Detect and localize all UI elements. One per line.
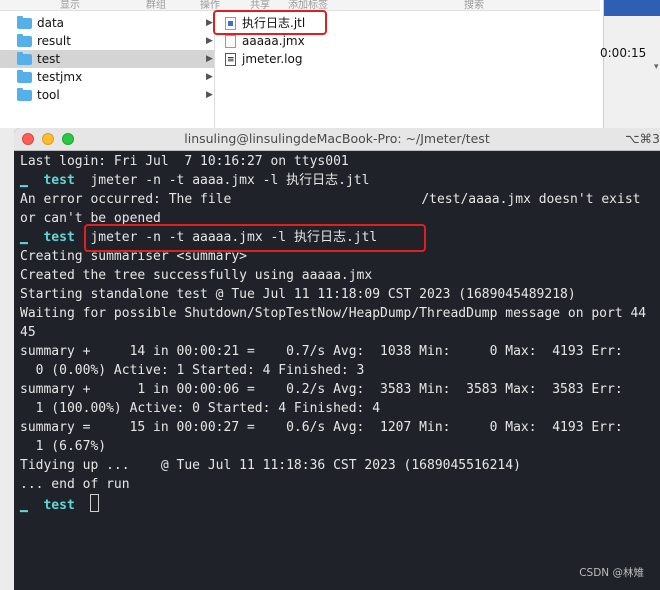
toolbar-search[interactable]: 搜索 <box>464 0 484 11</box>
toolbar-view[interactable]: 显示 <box>60 0 80 11</box>
prompt-dir: test <box>43 498 75 513</box>
folder-name: testjmx <box>37 70 83 84</box>
folder-name: test <box>37 52 61 66</box>
chevron-right-icon: ▶ <box>206 18 213 28</box>
terminal-line: Waiting for possible Shutdown/StopTestNo… <box>20 306 647 321</box>
folder-icon <box>17 16 32 29</box>
log-file-icon <box>225 51 236 69</box>
folder-item-test[interactable]: test ▶ <box>0 50 214 68</box>
window-shortcut: ⌥⌘3 <box>625 131 660 146</box>
prompt-icon: ▁ <box>20 498 28 513</box>
command-text: jmeter -n -t aaaa.jmx -l 执行日志.jtl <box>90 173 370 188</box>
terminal-line: 1 (100.00%) Active: 0 Started: 4 Finishe… <box>20 401 381 416</box>
terminal-line: Starting standalone test @ Tue Jul 11 11… <box>20 287 576 302</box>
terminal-line: 0 (0.00%) Active: 1 Started: 4 Finished:… <box>20 363 365 378</box>
file-name: jmeter.log <box>242 52 303 66</box>
folder-icon <box>17 34 32 47</box>
highlight-box-command <box>84 224 426 252</box>
background-app-panel: 0:00:15 ▾ <box>600 0 660 128</box>
terminal-line: Tidying up ... @ Tue Jul 11 11:18:36 CST… <box>20 458 521 473</box>
folder-item-data[interactable]: data ▶ <box>0 14 214 32</box>
folder-item-testjmx[interactable]: testjmx ▶ <box>0 68 214 86</box>
terminal-line: An error occurred: The file/test/aaaa.jm… <box>20 190 660 209</box>
prompt-icon: ▁ <box>20 230 28 245</box>
folder-item-tool[interactable]: tool ▶ <box>0 86 214 104</box>
folder-icon <box>17 52 32 65</box>
chevron-right-icon: ▶ <box>206 72 213 82</box>
background-app-header <box>604 0 660 16</box>
text-cursor <box>90 494 100 512</box>
folder-name: tool <box>37 88 60 102</box>
terminal-window: linsuling@linsulingdeMacBook-Pro: ~/Jmet… <box>14 128 660 590</box>
folder-column: data ▶ result ▶ test ▶ testjmx ▶ tool ▶ <box>0 14 215 128</box>
folder-icon <box>17 88 32 101</box>
terminal-line: summary = 15 in 00:00:27 = 0.6/s Avg: 12… <box>20 420 623 435</box>
chevron-down-icon: ▾ <box>654 62 659 72</box>
error-text-post: /test/aaaa.jmx doesn't exist <box>421 192 641 207</box>
highlight-box-jtl-file <box>213 10 327 35</box>
terminal-titlebar: linsuling@linsulingdeMacBook-Pro: ~/Jmet… <box>14 128 660 151</box>
prompt-line: ▁ test <box>20 494 660 513</box>
terminal-output[interactable]: Last login: Fri Jul 7 10:16:27 on ttys00… <box>20 152 660 513</box>
terminal-title: linsuling@linsulingdeMacBook-Pro: ~/Jmet… <box>184 131 490 146</box>
error-text-pre: An error occurred: The file <box>20 192 232 207</box>
prompt-line: ▁ test jmeter -n -t aaaa.jmx -l 执行日志.jtl <box>20 171 660 190</box>
prompt-icon: ▁ <box>20 173 28 188</box>
terminal-line: summary + 14 in 00:00:21 = 0.7/s Avg: 10… <box>20 344 623 359</box>
watermark: CSDN @林雉 <box>579 567 644 579</box>
folder-icon <box>17 70 32 83</box>
terminal-line: summary + 1 in 00:00:06 = 0.2/s Avg: 358… <box>20 382 623 397</box>
terminal-line: 45 <box>20 325 36 340</box>
folder-name: data <box>37 16 65 30</box>
toolbar-group[interactable]: 群组 <box>146 0 166 11</box>
terminal-line: 1 (6.67%) <box>20 439 107 454</box>
terminal-line: ... end of run <box>20 477 130 492</box>
chevron-right-icon: ▶ <box>206 54 213 64</box>
redacted-path <box>231 190 422 203</box>
prompt-dir: test <box>43 173 75 188</box>
folder-name: result <box>37 34 71 48</box>
finder-window: 显示 群组 操作 共享 添加标签 搜索 data ▶ result ▶ test… <box>0 0 660 128</box>
chevron-right-icon: ▶ <box>206 36 213 46</box>
chevron-right-icon: ▶ <box>206 90 213 100</box>
elapsed-timer: 0:00:15 <box>600 46 647 60</box>
jmx-file-icon <box>225 35 236 48</box>
file-item-log[interactable]: jmeter.log <box>215 50 603 69</box>
terminal-line: Created the tree successfully using aaaa… <box>20 268 373 283</box>
folder-item-result[interactable]: result ▶ <box>0 32 214 50</box>
terminal-line: Last login: Fri Jul 7 10:16:27 on ttys00… <box>20 154 349 169</box>
prompt-dir: test <box>43 230 75 245</box>
